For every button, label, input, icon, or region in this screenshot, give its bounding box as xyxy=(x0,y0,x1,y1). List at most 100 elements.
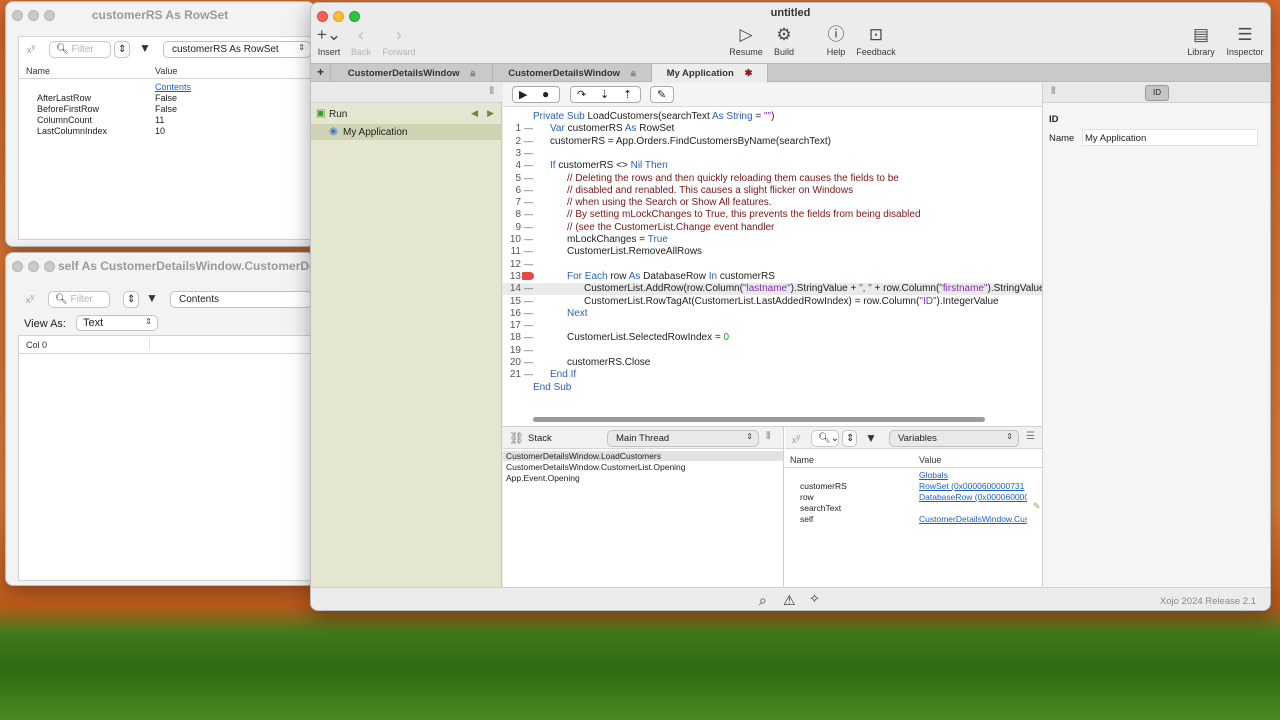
stepper[interactable]: ⇕ xyxy=(114,41,130,58)
pane-toggle-icon[interactable]: ⦀ xyxy=(490,87,494,97)
step-over-icon[interactable]: ↷ xyxy=(577,88,586,101)
close-button[interactable] xyxy=(12,261,23,272)
code-line[interactable]: 6— // disabled and renabled. This causes … xyxy=(503,185,1042,197)
tab-my-application[interactable]: My Application ✱ xyxy=(652,64,768,82)
list-icon[interactable]: ☰ xyxy=(1026,432,1035,442)
code-line[interactable]: End Sub xyxy=(503,382,1042,394)
code-line[interactable]: 2— customerRS = App.Orders.FindCustomersB… xyxy=(503,136,1042,148)
line-number[interactable]: 19 xyxy=(503,345,521,356)
variable-value[interactable]: CustomerDetailsWindow.Cus xyxy=(919,514,1027,524)
breakpoint-icon[interactable] xyxy=(522,272,534,280)
search-field[interactable]: 🔍︎⌄ xyxy=(811,430,839,447)
code-line[interactable]: 10— mLockChanges = True xyxy=(503,234,1042,246)
type-popup[interactable]: customerRS As RowSet ⇕ xyxy=(163,41,311,58)
line-number[interactable]: 18 xyxy=(503,332,521,343)
stack-frame[interactable]: CustomerDetailsWindow.LoadCustomers xyxy=(503,451,783,461)
line-number[interactable]: 16 xyxy=(503,308,521,319)
code-line[interactable]: 3— xyxy=(503,148,1042,160)
code-line[interactable]: 1— Var customerRS As RowSet xyxy=(503,123,1042,135)
filter-field[interactable]: 🔍︎ Filter xyxy=(48,291,110,308)
tab-customer-details-1[interactable]: CustomerDetailsWindow 🔒︎ xyxy=(331,64,493,82)
code-line[interactable]: 12— xyxy=(503,259,1042,271)
line-number[interactable]: 12 xyxy=(503,259,521,270)
record-icon[interactable]: ● xyxy=(542,87,549,101)
feedback-button[interactable]: ⊡ Feedback xyxy=(854,25,898,57)
line-number[interactable]: 2 xyxy=(503,136,521,147)
line-number[interactable]: 9 xyxy=(503,222,521,233)
contents-popup[interactable]: Contents xyxy=(170,291,312,308)
step-out-icon[interactable]: ⇡ xyxy=(623,88,632,101)
code-line[interactable]: 19— xyxy=(503,345,1042,357)
edit-pencil-icon[interactable]: ✎ xyxy=(1033,502,1041,511)
line-number[interactable]: 14 xyxy=(503,283,521,294)
tab-customer-details-2[interactable]: CustomerDetailsWindow 🔒︎ xyxy=(493,64,652,82)
pane-toggle-icon[interactable]: ⦀ xyxy=(1051,87,1055,97)
line-number[interactable]: 17 xyxy=(503,320,521,331)
horizontal-scrollbar[interactable] xyxy=(533,417,985,422)
code-line[interactable]: 5— // Deleting the rows and then quickly … xyxy=(503,173,1042,185)
line-number[interactable]: 3 xyxy=(503,148,521,159)
id-tab-icon[interactable]: ID xyxy=(1145,85,1169,101)
code-line[interactable]: 13—For Each row As DatabaseRow In custom… xyxy=(503,271,1042,283)
new-tab-button[interactable]: + xyxy=(311,64,331,82)
nav-forward-icon[interactable]: ▶ xyxy=(487,108,494,119)
nav-item-my-application[interactable]: ◉ My Application xyxy=(311,124,502,140)
line-number[interactable]: 13 xyxy=(503,271,521,282)
stepper[interactable]: ⇕ xyxy=(123,291,139,308)
code-line[interactable]: 8— // By setting mLockChanges to True, th… xyxy=(503,209,1042,221)
line-number[interactable]: 15 xyxy=(503,296,521,307)
view-as-popup[interactable]: Text ⇕ xyxy=(76,315,158,331)
back-button[interactable]: ‹ Back xyxy=(348,25,374,57)
forward-button[interactable]: › Forward xyxy=(381,25,417,57)
run-icon[interactable]: ▶ xyxy=(519,88,527,101)
search-icon[interactable]: ⌕ xyxy=(759,593,767,607)
code-line[interactable]: 17— xyxy=(503,320,1042,332)
line-number[interactable]: 6 xyxy=(503,185,521,196)
line-number[interactable]: 4 xyxy=(503,160,521,171)
globals-link[interactable]: Globals xyxy=(919,470,948,480)
zoom-button[interactable] xyxy=(44,261,55,272)
contents-link[interactable]: Contents xyxy=(155,82,191,92)
code-line[interactable]: 21— End If xyxy=(503,369,1042,381)
variable-value[interactable]: DatabaseRow (0x000060000 xyxy=(919,492,1027,502)
code-line[interactable]: 18— CustomerList.SelectedRowIndex = 0 xyxy=(503,332,1042,344)
code-line[interactable]: 14— CustomerList.AddRow(row.Column("lastn… xyxy=(503,283,1048,296)
xy-icon[interactable]: xy xyxy=(27,43,35,55)
inspector-button[interactable]: ☰ Inspector xyxy=(1225,25,1265,57)
filter-funnel-icon[interactable]: ▼ xyxy=(146,292,158,304)
minimize-button[interactable] xyxy=(28,261,39,272)
code-line[interactable]: Private Sub LoadCustomers(searchText As … xyxy=(503,111,1042,123)
code-line[interactable]: 4— If customerRS <> Nil Then xyxy=(503,160,1042,172)
stack-frame[interactable]: App.Event.Opening xyxy=(503,473,783,483)
line-number[interactable]: 10 xyxy=(503,234,521,245)
stepper[interactable]: ⇕ xyxy=(842,430,857,447)
code-line[interactable]: 11— CustomerList.RemoveAllRows xyxy=(503,246,1042,258)
code-editor[interactable]: ▶ ● ↷ ⇣ ⇡ ✎ Private Sub LoadCustomers(se… xyxy=(503,83,1048,426)
line-number[interactable]: 11 xyxy=(503,246,521,257)
filter-funnel-icon[interactable]: ▼ xyxy=(865,432,877,444)
code-line[interactable]: 20— customerRS.Close xyxy=(503,357,1042,369)
thread-popup[interactable]: Main Thread ⇕ xyxy=(607,430,759,447)
line-number[interactable]: 21 xyxy=(503,369,521,380)
library-button[interactable]: ▤ Library xyxy=(1185,25,1217,57)
variables-popup[interactable]: Variables ⇕ xyxy=(889,430,1019,447)
build-button[interactable]: ⚙ Build xyxy=(771,25,797,57)
help-button[interactable]: ⓘ Help xyxy=(823,25,849,57)
stack-frame[interactable]: CustomerDetailsWindow.CustomerList.Openi… xyxy=(503,462,783,472)
line-number[interactable]: 8 xyxy=(503,209,521,220)
step-into-icon[interactable]: ⇣ xyxy=(600,88,609,101)
nav-back-icon[interactable]: ◀ xyxy=(471,108,478,119)
pane-toggle-icon[interactable]: ⦀ xyxy=(766,432,770,442)
code-line[interactable]: 16— Next xyxy=(503,308,1042,320)
run-row[interactable]: ▣ Run ◀ ▶ xyxy=(311,108,502,122)
line-number[interactable]: 5 xyxy=(503,173,521,184)
sparkle-icon[interactable]: ✧ xyxy=(809,592,820,605)
warning-icon[interactable]: ⚠ xyxy=(783,593,796,607)
edit-button[interactable]: ✎ xyxy=(650,86,674,103)
xy-icon[interactable]: xy xyxy=(792,433,800,445)
code-line[interactable]: 7— // when using the Search or Show All f… xyxy=(503,197,1042,209)
line-number[interactable]: 7 xyxy=(503,197,521,208)
filter-funnel-icon[interactable]: ▼ xyxy=(139,42,151,54)
line-number[interactable]: 20 xyxy=(503,357,521,368)
variable-value[interactable]: RowSet (0x0000600000731 xyxy=(919,481,1027,491)
